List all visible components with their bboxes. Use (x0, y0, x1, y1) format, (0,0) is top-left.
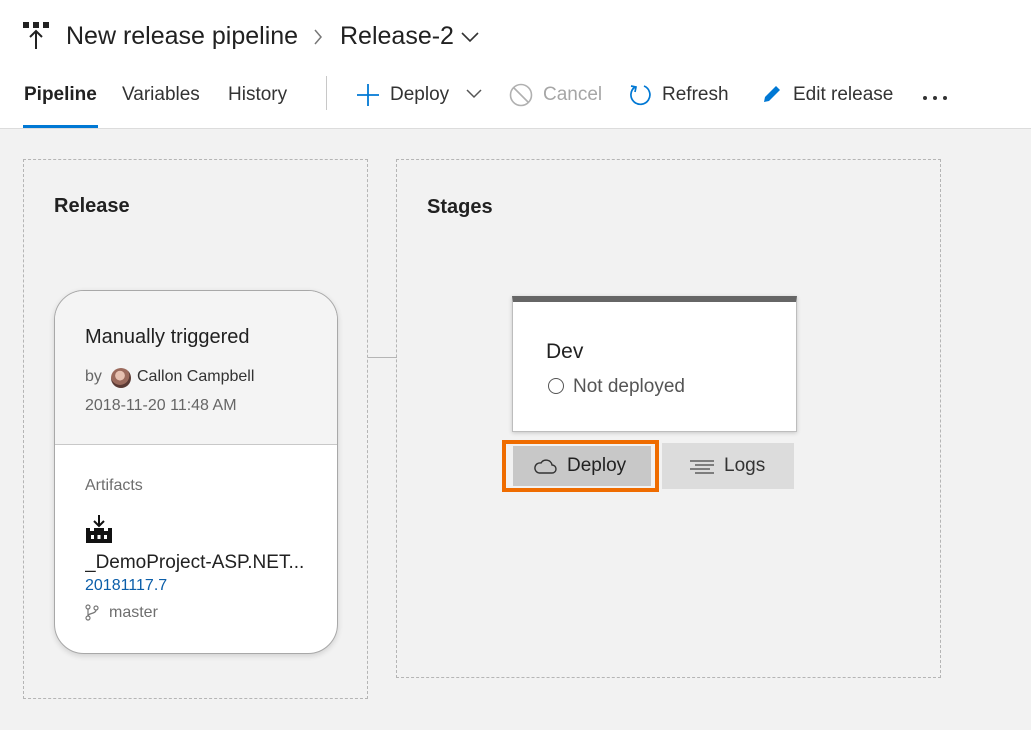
artifact-branch: master (109, 604, 158, 621)
trigger-text: Manually triggered (85, 326, 250, 348)
stage-deploy-label: Deploy (567, 455, 627, 476)
cancel-toolbar-button[interactable]: Cancel (508, 82, 604, 110)
refresh-toolbar-button[interactable]: Refresh (629, 82, 729, 110)
cloud-icon (534, 459, 557, 474)
not-deployed-status-icon (548, 378, 564, 394)
top-bar: New release pipeline Release-2 Pipeline … (0, 0, 1031, 129)
branch-icon (85, 604, 99, 621)
edit-release-toolbar-label: Edit release (793, 84, 894, 105)
build-artifact-icon (86, 515, 112, 543)
tab-history[interactable]: History (228, 84, 287, 106)
author-name: Callon Campbell (137, 368, 255, 385)
breadcrumb-chevron-right-icon (314, 29, 322, 45)
deploy-toolbar-label: Deploy (390, 84, 450, 105)
header: New release pipeline Release-2 (0, 0, 1031, 76)
toolbar-divider (326, 76, 327, 110)
plus-icon (357, 84, 379, 106)
stage-logs-label: Logs (724, 455, 766, 476)
tab-bar: Pipeline Variables History Deploy Cancel (0, 76, 1031, 128)
deploy-toolbar-button[interactable]: Deploy (355, 82, 485, 110)
artifact-version-link[interactable]: 20181117.7 (85, 577, 167, 595)
stages-panel-title: Stages (427, 196, 493, 218)
stage-card-dev[interactable]: Dev Not deployed (512, 296, 797, 432)
breadcrumb-release-name[interactable]: Release-2 (340, 22, 454, 51)
pencil-icon (764, 86, 780, 102)
avatar (111, 368, 131, 388)
tab-pipeline[interactable]: Pipeline (24, 84, 97, 106)
release-date: 2018-11-20 11:48 AM (85, 397, 237, 414)
active-tab-indicator (23, 125, 98, 128)
release-card-header: Manually triggered by Callon Campbell 20… (55, 291, 337, 445)
stage-name: Dev (546, 340, 584, 363)
release-pipeline-icon (23, 22, 49, 49)
refresh-toolbar-label: Refresh (662, 84, 729, 105)
cancel-icon (509, 83, 533, 107)
edit-release-toolbar-button[interactable]: Edit release (760, 82, 895, 110)
more-actions-icon[interactable] (921, 94, 949, 102)
deploy-chevron-down-icon (466, 89, 482, 99)
stage-status: Not deployed (573, 376, 685, 397)
release-card[interactable]: Manually triggered by Callon Campbell 20… (54, 290, 338, 654)
release-stage-connector (368, 357, 397, 358)
cancel-toolbar-label: Cancel (543, 84, 603, 105)
release-selector-chevron-down-icon[interactable] (460, 28, 480, 46)
by-label: by (85, 368, 102, 385)
tab-variables[interactable]: Variables (122, 84, 200, 106)
artifact-name: _DemoProject-ASP.NET... (85, 552, 305, 573)
release-panel-title: Release (54, 195, 130, 217)
breadcrumb-pipeline-name[interactable]: New release pipeline (66, 22, 298, 51)
stage-logs-button[interactable]: Logs (662, 443, 794, 489)
stage-deploy-button[interactable]: Deploy (513, 446, 651, 486)
refresh-icon (630, 85, 651, 106)
logs-icon (690, 460, 714, 474)
artifacts-heading: Artifacts (85, 477, 143, 494)
